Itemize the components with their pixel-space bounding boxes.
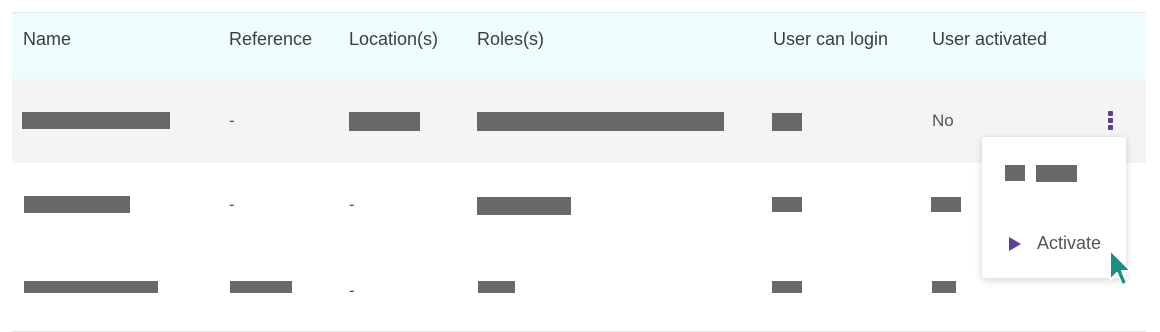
column-header-user-can-login[interactable]: User can login [773,29,888,50]
column-header-locations[interactable]: Location(s) [349,29,438,50]
menu-item-activate[interactable]: Activate [982,222,1126,266]
column-header-reference[interactable]: Reference [229,29,312,50]
table-row[interactable]: - No [12,79,1146,164]
redacted-location [349,112,420,131]
redacted-reference [230,281,292,293]
cell-reference: - [229,195,235,214]
table-row[interactable]: - [12,247,1146,332]
column-header-name[interactable]: Name [23,29,71,50]
menu-item-label: Activate [1037,233,1102,253]
redacted-name [24,281,158,293]
play-icon [1009,237,1021,251]
row-actions-kebab-icon[interactable] [1103,109,1117,133]
mouse-cursor-icon [1109,249,1132,286]
column-header-roles[interactable]: Roles(s) [477,29,544,50]
redacted-roles [477,112,724,131]
cell-location: - [349,195,355,214]
redacted-name [22,112,170,129]
redacted-can-login [772,197,802,212]
row-actions-menu: Activate [982,137,1126,278]
table-header: Name Reference Location(s) Roles(s) User… [12,12,1146,80]
table-row[interactable]: - - [12,163,1146,248]
column-header-user-activated[interactable]: User activated [932,29,1047,50]
redacted-can-login [772,113,802,131]
cell-reference: - [229,111,235,130]
redacted-roles [478,281,515,293]
redacted-name [24,196,130,213]
redacted-user-activated [931,197,961,212]
menu-item-redacted[interactable] [982,153,1126,197]
cell-user-activated: No [932,111,954,130]
redacted-menu-label-part [1036,165,1077,182]
redacted-user-activated [932,281,956,293]
redacted-can-login [772,281,802,293]
redacted-menu-label-part [1005,165,1025,181]
cell-location: - [349,281,355,300]
redacted-roles [477,197,571,215]
